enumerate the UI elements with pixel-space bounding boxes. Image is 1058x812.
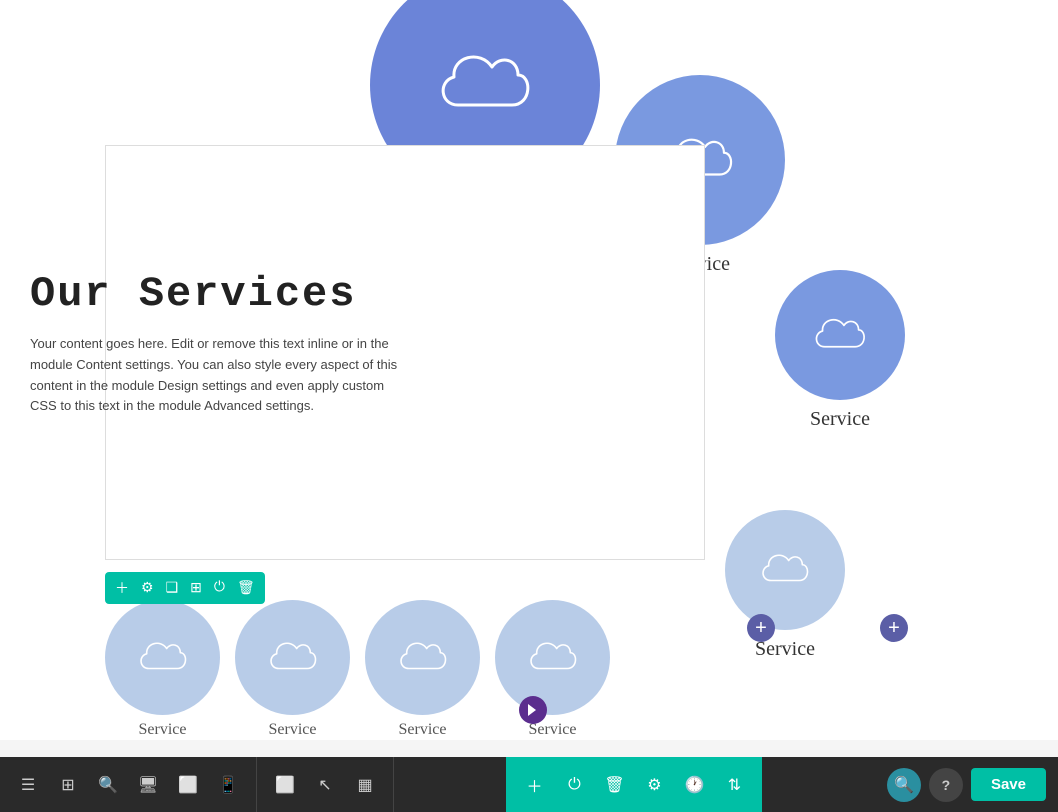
schedule-button[interactable]: 🕐 xyxy=(676,767,712,803)
save-button[interactable]: Save xyxy=(971,768,1046,801)
toolbar-group-right: 🔍 ? Save xyxy=(875,757,1058,812)
grid-button[interactable]: ⊞ xyxy=(50,767,86,803)
toolbar-gear-icon[interactable]: ⚙ xyxy=(141,580,154,597)
search-circle-button[interactable]: 🔍 xyxy=(887,768,921,802)
toolbar-group-teal: ＋ ⏻ 🗑 ⚙ 🕐 ⇅ xyxy=(506,757,762,812)
plus-button-1[interactable]: + xyxy=(747,614,775,642)
circle-bottom-4 xyxy=(495,600,610,715)
cloud-icon-3 xyxy=(809,313,871,358)
toggle-button[interactable]: ⏻ xyxy=(556,767,592,803)
text-section: Our Services Your content goes here. Edi… xyxy=(30,270,410,417)
select-button[interactable]: ⬜ xyxy=(267,767,303,803)
toolbar-add-icon[interactable]: ＋ xyxy=(115,578,129,598)
cursor-indicator xyxy=(519,696,547,724)
module-toolbar[interactable]: ＋ ⚙ ❑ ⊞ ⏻ 🗑 xyxy=(105,572,265,604)
service-item-1: Service xyxy=(105,600,220,739)
cloud-icon-b4 xyxy=(524,637,582,679)
hero-circle-3: Service xyxy=(775,270,905,431)
service-item-3: Service xyxy=(365,600,480,739)
toolbar-group-select: ⬜ ↖ ▦ xyxy=(257,757,394,812)
cloud-icon-1 xyxy=(430,45,540,125)
toolbar-group-view: ☰ ⊞ 🔍 🖥 ⬜ 📱 xyxy=(0,757,257,812)
plus-button-2[interactable]: + xyxy=(880,614,908,642)
layout-button[interactable]: ▦ xyxy=(347,767,383,803)
service-label-b1: Service xyxy=(139,721,187,739)
cloud-icon-b1 xyxy=(134,637,192,679)
service-label-b2: Service xyxy=(269,721,317,739)
canvas: Service Service Service Service Our Se xyxy=(0,0,1058,740)
cloud-icon-b3 xyxy=(394,637,452,679)
hero-circle-4: Service xyxy=(725,510,845,661)
toolbar-columns-icon[interactable]: ⊞ xyxy=(190,580,202,597)
add-element-button[interactable]: ＋ xyxy=(516,767,552,803)
circle-bottom-1 xyxy=(105,600,220,715)
service-label-b3: Service xyxy=(399,721,447,739)
cursor-button[interactable]: ↖ xyxy=(307,767,343,803)
service-item-2: Service xyxy=(235,600,350,739)
toolbar-trash-icon[interactable]: 🗑 xyxy=(237,580,255,597)
advanced-button[interactable]: ⇅ xyxy=(716,767,752,803)
service-label-4: Service xyxy=(725,638,845,661)
cloud-icon-4 xyxy=(756,549,814,591)
circle-small-3 xyxy=(775,270,905,400)
toolbar-power-icon[interactable]: ⏻ xyxy=(214,580,225,596)
circle-small-4 xyxy=(725,510,845,630)
help-button[interactable]: ? xyxy=(929,768,963,802)
page-title: Our Services xyxy=(30,270,410,318)
menu-button[interactable]: ☰ xyxy=(10,767,46,803)
mobile-button[interactable]: 📱 xyxy=(210,767,246,803)
desktop-button[interactable]: 🖥 xyxy=(130,767,166,803)
toolbar-layers-icon[interactable]: ❑ xyxy=(166,580,179,597)
circle-bottom-2 xyxy=(235,600,350,715)
search-view-button[interactable]: 🔍 xyxy=(90,767,126,803)
delete-button[interactable]: 🗑 xyxy=(596,767,632,803)
tablet-button[interactable]: ⬜ xyxy=(170,767,206,803)
bottom-toolbar: ☰ ⊞ 🔍 🖥 ⬜ 📱 ⬜ ↖ ▦ ＋ ⏻ 🗑 ⚙ 🕐 ⇅ 🔍 ? Save xyxy=(0,757,1058,812)
cloud-icon-b2 xyxy=(264,637,322,679)
body-text: Your content goes here. Edit or remove t… xyxy=(30,334,410,417)
settings-button[interactable]: ⚙ xyxy=(636,767,672,803)
service-label-3: Service xyxy=(775,408,905,431)
service-item-4: Service xyxy=(495,600,610,739)
circle-bottom-3 xyxy=(365,600,480,715)
